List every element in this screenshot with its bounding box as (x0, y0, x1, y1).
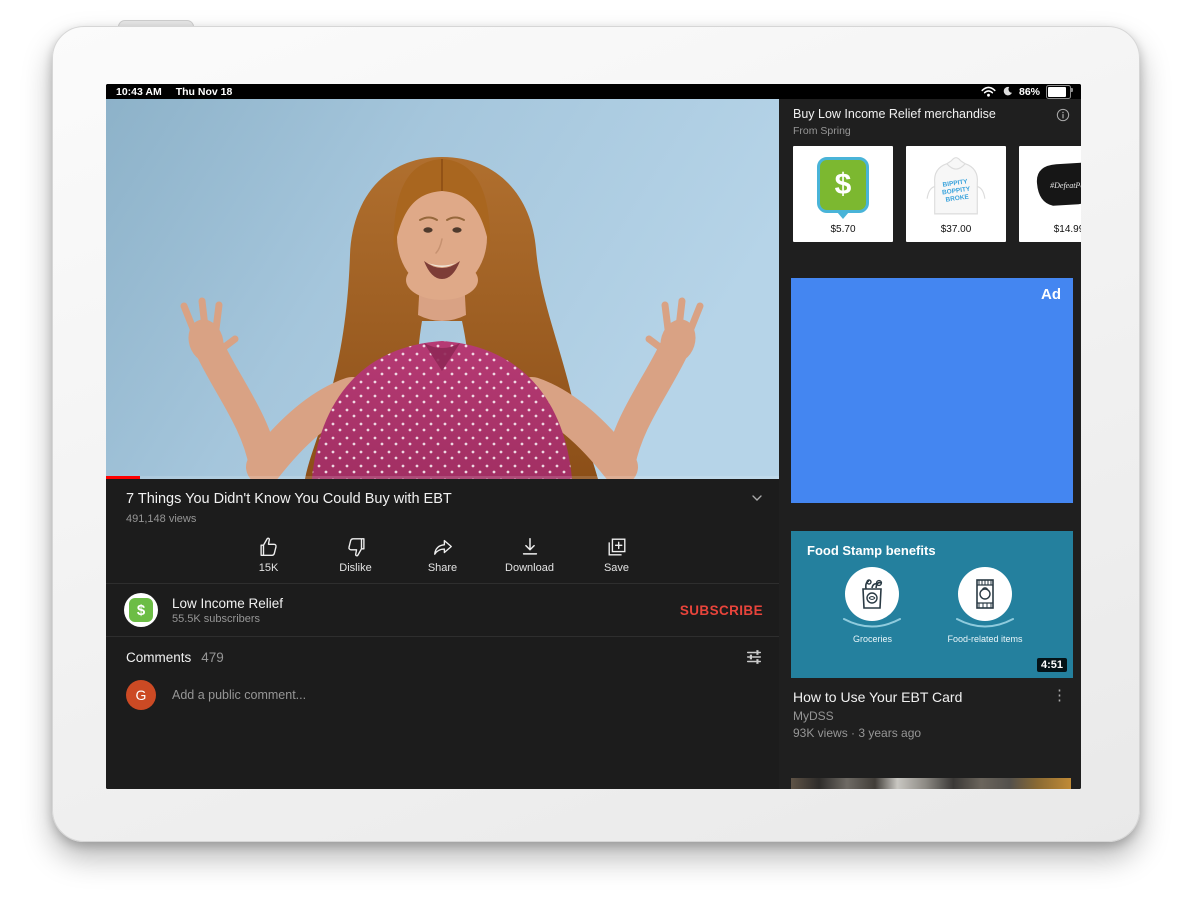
related-sidebar: Buy Low Income Relief merchandise From S… (779, 99, 1081, 789)
status-time: 10:43 AM (116, 86, 162, 98)
chevron-down-icon[interactable] (749, 490, 765, 506)
channel-subscribers: 55.5K subscribers (172, 613, 676, 625)
download-label: Download (505, 562, 554, 574)
suggested-video-meta: 93K views · 3 years ago (793, 726, 1081, 740)
merch-price: $37.00 (941, 224, 972, 242)
battery-icon (1046, 85, 1071, 99)
suggested-video-thumbnail[interactable]: Food Stamp benefits (791, 531, 1073, 678)
thumbnail-label-food-items: Food-related items (947, 634, 1022, 644)
battery-percent: 86% (1019, 86, 1040, 98)
thumbnail-title: Food Stamp benefits (807, 543, 936, 558)
subscribe-button[interactable]: SUBSCRIBE (676, 597, 767, 624)
merch-card-hoodie[interactable]: BIPPITY BOPPITY BROKE $37.00 (906, 146, 1006, 242)
video-title: 7 Things You Didn't Know You Could Buy w… (126, 490, 749, 508)
like-button[interactable]: 15K (225, 536, 312, 574)
merch-shelf-title: Buy Low Income Relief merchandise (793, 107, 1055, 121)
suggested-video-channel: MyDSS (793, 709, 1081, 723)
display-ad[interactable]: Ad (791, 278, 1073, 503)
status-date: Thu Nov 18 (176, 86, 233, 98)
download-arrow-icon (519, 536, 541, 558)
save-label: Save (604, 562, 629, 574)
video-progress-fill (106, 476, 140, 479)
kebab-menu-icon[interactable]: ⋮ (1050, 689, 1069, 703)
screen: 10:43 AM Thu Nov 18 86% (106, 84, 1081, 789)
dollar-sticker-art: $ (817, 157, 869, 213)
hoodie-art: BIPPITY BOPPITY BROKE (918, 153, 994, 217)
grocery-bag-icon (856, 577, 888, 611)
groceries-group: Groceries (841, 567, 903, 644)
food-items-group: Food-related items (947, 567, 1022, 644)
thumbnail-label-groceries: Groceries (853, 634, 892, 644)
comment-input-placeholder[interactable]: Add a public comment... (172, 688, 306, 702)
content-spacer (106, 726, 779, 789)
dislike-label: Dislike (339, 562, 371, 574)
merch-card-sticker[interactable]: $ $5.70 (793, 146, 893, 242)
share-button[interactable]: Share (399, 536, 486, 574)
wifi-icon (981, 86, 996, 97)
video-actions: 15K Dislike (106, 525, 779, 583)
thumbs-down-icon (345, 536, 367, 558)
duration-badge: 4:51 (1037, 658, 1067, 672)
watch-column: 7 Things You Didn't Know You Could Buy w… (106, 99, 779, 789)
fanny-pack-text: #DefeatPov (1050, 181, 1081, 190)
share-label: Share (428, 562, 457, 574)
video-progress-bar[interactable] (106, 476, 779, 479)
merch-price: $5.70 (830, 224, 855, 242)
playlist-add-icon (606, 536, 628, 558)
ad-badge: Ad (1041, 286, 1061, 303)
channel-avatar[interactable]: $ (124, 593, 158, 627)
comments-title: Comments (126, 650, 191, 665)
dollar-sign-logo: $ (129, 598, 153, 622)
channel-info[interactable]: Low Income Relief 55.5K subscribers (172, 596, 676, 625)
user-avatar[interactable]: G (126, 680, 156, 710)
share-arrow-icon (432, 536, 454, 558)
merch-card-list: $ $5.70 BIPPITY (793, 146, 1081, 242)
video-view-count: 491,148 views (106, 510, 779, 525)
dislike-button[interactable]: Dislike (312, 536, 399, 574)
circle-arc (841, 617, 903, 631)
merch-source: From Spring (779, 123, 1081, 137)
suggested-video-title[interactable]: How to Use Your EBT Card (793, 689, 1050, 705)
channel-row: $ Low Income Relief 55.5K subscribers SU… (106, 584, 779, 636)
status-bar: 10:43 AM Thu Nov 18 86% (106, 84, 1081, 99)
tablet-bezel: 10:43 AM Thu Nov 18 86% (52, 26, 1140, 842)
channel-name: Low Income Relief (172, 596, 676, 611)
next-video-thumbnail-partial[interactable] (791, 778, 1071, 789)
like-count-label: 15K (259, 562, 279, 574)
info-icon[interactable] (1055, 107, 1071, 123)
download-button[interactable]: Download (486, 536, 573, 574)
do-not-disturb-moon-icon (1002, 86, 1013, 97)
add-comment-row[interactable]: G Add a public comment... (106, 674, 779, 726)
merch-price: $14.99 (1054, 224, 1081, 242)
tablet-device: 10:43 AM Thu Nov 18 86% (0, 0, 1200, 904)
food-can-icon (971, 577, 999, 611)
save-button[interactable]: Save (573, 536, 660, 574)
fanny-pack-art: #DefeatPov (1029, 156, 1081, 214)
video-frame-illustration (106, 99, 779, 479)
comments-count: 479 (201, 650, 745, 665)
video-player[interactable] (106, 99, 779, 479)
comments-header: Comments 479 (106, 637, 779, 674)
thumbs-up-icon (258, 536, 280, 558)
sort-comments-icon[interactable] (745, 648, 763, 666)
merch-card-fanny-pack[interactable]: #DefeatPov $14.99 (1019, 146, 1081, 242)
circle-arc (954, 617, 1016, 631)
